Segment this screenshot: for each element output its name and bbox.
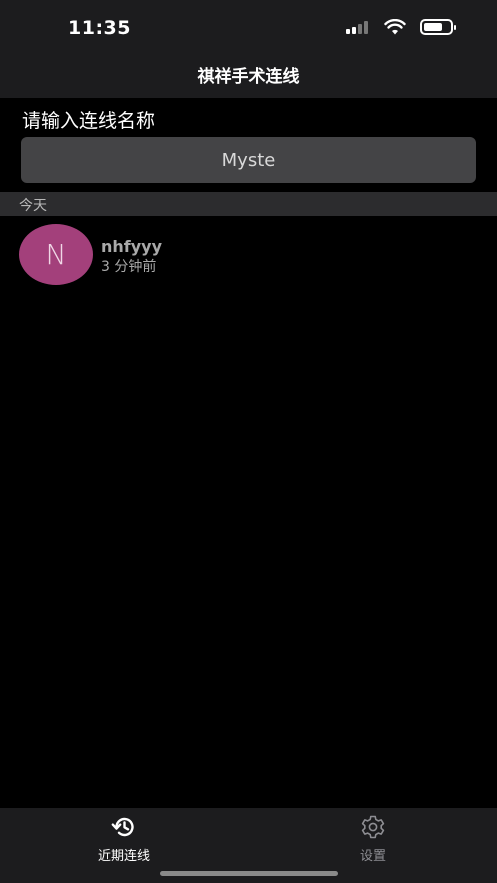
tab-settings-label: 设置 [359,849,386,864]
page-title: 祺祥手术连线 [197,67,300,87]
wifi-icon [384,19,406,35]
tab-recent-connections[interactable]: 近期连线 [79,814,169,864]
home-indicator [160,871,338,876]
tab-recent-label: 近期连线 [97,849,150,864]
navigation-bar: 祺祥手术连线 [0,56,497,98]
history-icon [111,817,134,837]
cellular-signal-icon [346,20,370,34]
section-header-today: 今天 [0,192,497,216]
session-list-item[interactable]: N nhfyyy 3 分钟前 [0,220,497,288]
connection-name-input[interactable] [21,137,476,183]
section-header-label: 今天 [19,198,47,214]
status-icons [346,19,456,35]
avatar: N [19,224,93,285]
connection-name-label: 请输入连线名称 [22,110,156,132]
tab-settings[interactable]: 设置 [328,814,418,864]
session-time: 3 分钟前 [101,259,157,275]
session-name: nhfyyy [101,237,163,256]
status-bar: 11:35 [0,0,497,56]
gear-icon [361,815,385,839]
tab-bar: 近期连线 设置 [0,808,497,883]
status-time: 11:35 [68,17,131,39]
battery-icon [420,19,456,35]
